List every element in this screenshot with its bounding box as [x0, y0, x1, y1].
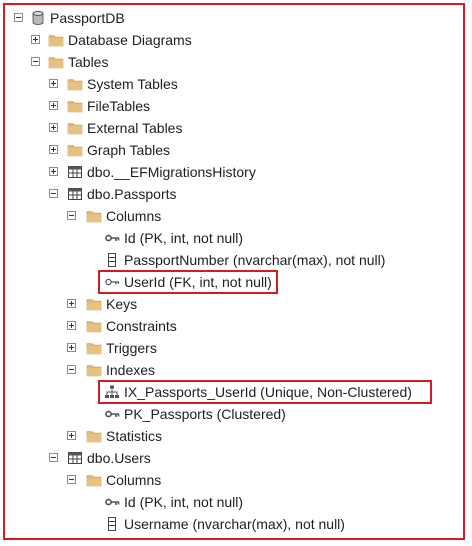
- tree-node-label: dbo.Passports: [87, 186, 177, 202]
- folder-icon: [86, 340, 102, 356]
- table-icon: [67, 450, 83, 466]
- key-icon: [104, 406, 120, 422]
- tree-node-label: Indexes: [106, 362, 156, 378]
- tree-node-pnum[interactable]: PassportNumber (nvarchar(max), not null): [0, 249, 472, 271]
- tree-node-label: PK_Passports (Clustered): [124, 406, 286, 422]
- tree-node-efhist[interactable]: dbo.__EFMigrationsHistory: [0, 161, 472, 183]
- tree-node-pid[interactable]: Id (PK, int, not null): [0, 227, 472, 249]
- collapse-icon[interactable]: [67, 211, 76, 220]
- tree-node-trig[interactable]: Triggers: [0, 337, 472, 359]
- folder-icon: [48, 54, 64, 70]
- database-icon: [30, 10, 46, 26]
- tree-node-filetab[interactable]: FileTables: [0, 95, 472, 117]
- collapse-icon[interactable]: [49, 189, 58, 198]
- folder-icon: [48, 32, 64, 48]
- folder-icon: [86, 472, 102, 488]
- folder-icon: [67, 120, 83, 136]
- tree-node-uname[interactable]: Username (nvarchar(max), not null): [0, 513, 472, 535]
- tree-node-exttab[interactable]: External Tables: [0, 117, 472, 139]
- tree-node-label: Graph Tables: [87, 142, 171, 158]
- expand-icon[interactable]: [49, 101, 58, 110]
- tree-node-label: Id (PK, int, not null): [124, 230, 244, 246]
- tree-node-label: Constraints: [106, 318, 177, 334]
- table-icon: [67, 164, 83, 180]
- tree-node-label: Triggers: [106, 340, 157, 356]
- tree-node-systab[interactable]: System Tables: [0, 73, 472, 95]
- key-icon: [104, 494, 120, 510]
- tree-node-keys[interactable]: Keys: [0, 293, 472, 315]
- folder-icon: [67, 142, 83, 158]
- tree-node-tables[interactable]: Tables: [0, 51, 472, 73]
- tree-node-pkpass[interactable]: PK_Passports (Clustered): [0, 403, 472, 425]
- collapse-icon[interactable]: [67, 475, 76, 484]
- folder-icon: [67, 76, 83, 92]
- tree-node-passports[interactable]: dbo.Passports: [0, 183, 472, 205]
- expand-icon[interactable]: [31, 35, 40, 44]
- tree-node-users[interactable]: dbo.Users: [0, 447, 472, 469]
- expand-icon[interactable]: [49, 123, 58, 132]
- tree-node-idx[interactable]: Indexes: [0, 359, 472, 381]
- folder-icon: [86, 296, 102, 312]
- tree-node-label: Statistics: [106, 428, 163, 444]
- tree-node-label: Username (nvarchar(max), not null): [124, 516, 345, 532]
- tree-node-pcols[interactable]: Columns: [0, 205, 472, 227]
- tree-node-diagrams[interactable]: Database Diagrams: [0, 29, 472, 51]
- tree-node-label: FileTables: [87, 98, 151, 114]
- highlight-box: [98, 270, 278, 294]
- tree-node-label: System Tables: [87, 76, 178, 92]
- tree-node-db[interactable]: PassportDB: [0, 7, 472, 29]
- folder-icon: [86, 428, 102, 444]
- tree-node-label: PassportNumber (nvarchar(max), not null): [124, 252, 386, 268]
- tree-node-uid[interactable]: Id (PK, int, not null): [0, 491, 472, 513]
- column-icon: [104, 516, 120, 532]
- expand-icon[interactable]: [67, 431, 76, 440]
- tree-node-label: dbo.__EFMigrationsHistory: [87, 164, 256, 180]
- tree-node-label: PassportDB: [50, 10, 125, 26]
- expand-icon[interactable]: [49, 145, 58, 154]
- expand-icon[interactable]: [49, 167, 58, 176]
- tree-node-puser[interactable]: UserId (FK, int, not null): [0, 270, 472, 294]
- tree-node-label: Columns: [106, 472, 162, 488]
- highlight-box: [98, 380, 432, 404]
- tree-node-label: Tables: [68, 54, 109, 70]
- tree-node-label: dbo.Users: [87, 450, 151, 466]
- tree-node-label: Keys: [106, 296, 138, 312]
- folder-icon: [86, 208, 102, 224]
- tree-node-ixuser[interactable]: IX_Passports_UserId (Unique, Non-Cluster…: [0, 380, 472, 404]
- tree-node-stats[interactable]: Statistics: [0, 425, 472, 447]
- tree-node-cons[interactable]: Constraints: [0, 315, 472, 337]
- tree-node-label: External Tables: [87, 120, 183, 136]
- key-icon: [104, 230, 120, 246]
- expand-icon[interactable]: [67, 321, 76, 330]
- expand-icon[interactable]: [49, 79, 58, 88]
- tree-node-label: Id (PK, int, not null): [124, 494, 244, 510]
- collapse-icon[interactable]: [49, 453, 58, 462]
- expand-icon[interactable]: [67, 299, 76, 308]
- collapse-icon[interactable]: [67, 365, 76, 374]
- expand-icon[interactable]: [67, 343, 76, 352]
- collapse-icon[interactable]: [14, 13, 23, 22]
- folder-icon: [86, 318, 102, 334]
- collapse-icon[interactable]: [31, 57, 40, 66]
- tree-node-label: Database Diagrams: [68, 32, 192, 48]
- tree-node-graphtab[interactable]: Graph Tables: [0, 139, 472, 161]
- tree-node-label: Columns: [106, 208, 162, 224]
- folder-icon: [86, 362, 102, 378]
- folder-icon: [67, 98, 83, 114]
- tree-node-ucols[interactable]: Columns: [0, 469, 472, 491]
- table-icon: [67, 186, 83, 202]
- column-icon: [104, 252, 120, 268]
